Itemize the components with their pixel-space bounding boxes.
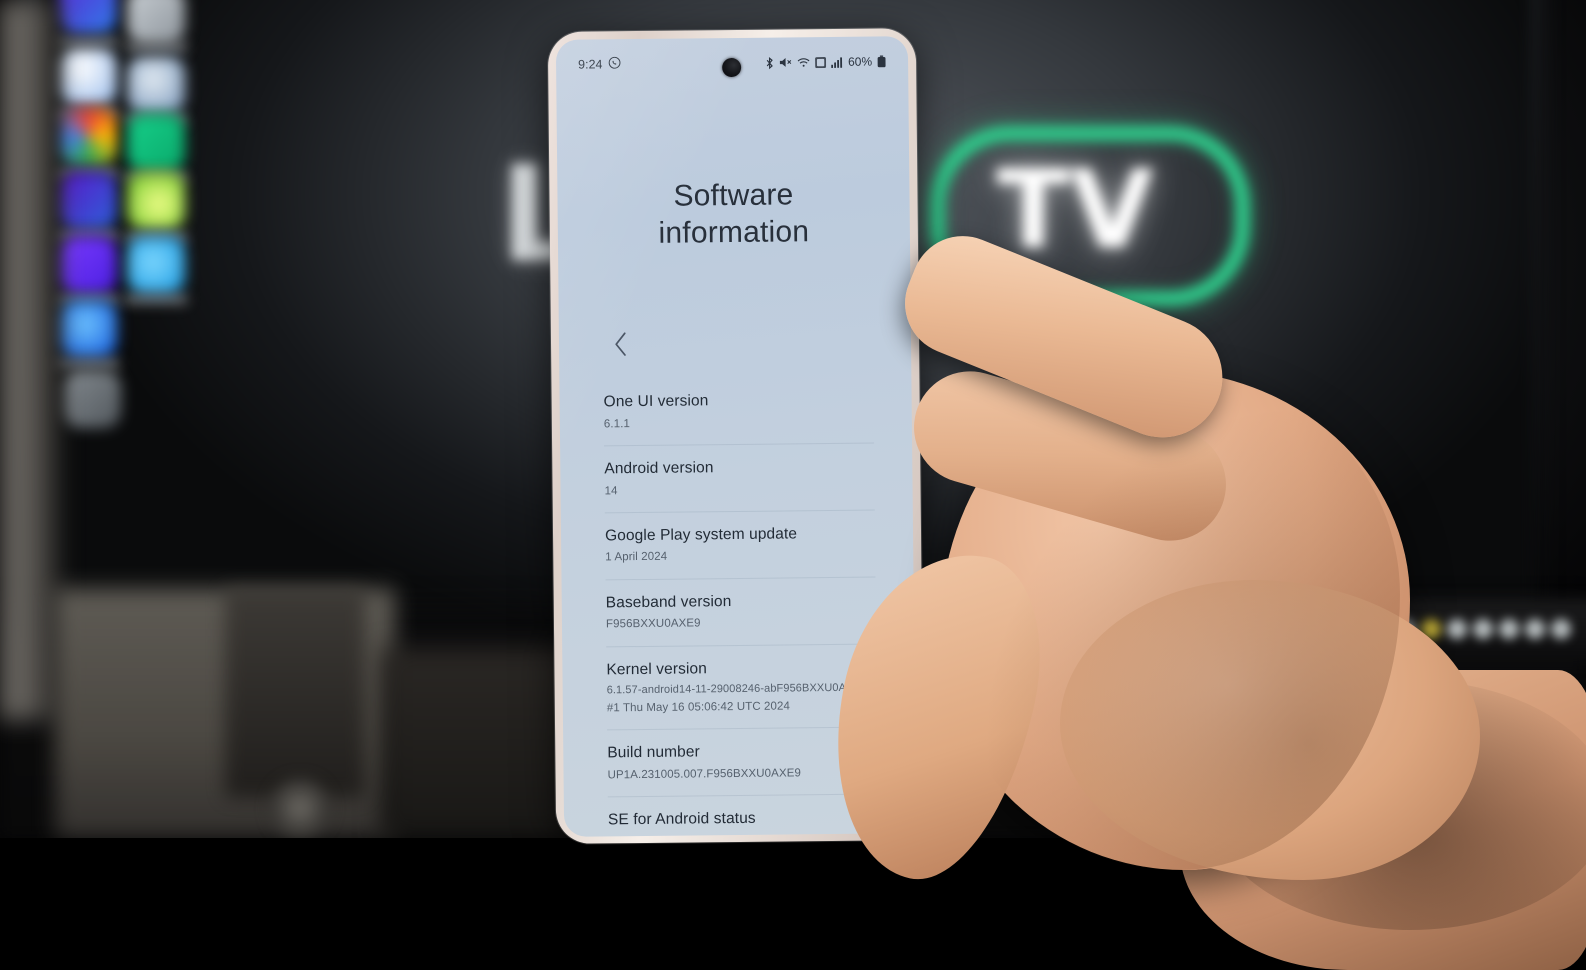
- battery-percent-label: 60%: [847, 54, 873, 69]
- list-item-value: 14: [604, 484, 618, 497]
- list-item[interactable]: Android version 14: [604, 443, 875, 514]
- bluetooth-icon: [765, 56, 774, 69]
- back-button[interactable]: [603, 329, 637, 363]
- battery-icon: [877, 55, 886, 68]
- hand-holding-phone: [807, 220, 1586, 970]
- list-item-title: One UI version: [603, 392, 709, 411]
- status-bar-time: 9:24: [578, 57, 603, 72]
- desk-object-dark: [380, 648, 580, 838]
- app-icon: [127, 172, 185, 230]
- list-item-title: SE for Android status: [607, 809, 756, 829]
- list-item-title: Google Play system update: [604, 525, 798, 545]
- desk-speaker-knob: [270, 778, 330, 838]
- list-item-value: F956BXXU0AXE9: [605, 617, 701, 631]
- list-item-value: 1 April 2024: [605, 551, 668, 564]
- list-item-title: Baseband version: [605, 592, 732, 612]
- list-item-value: UP1A.231005.007.F956BXXU0AXE9: [607, 767, 802, 782]
- app-icon: [59, 108, 117, 166]
- list-item-value: 6.1.57-android14-11-29008246-abF956BXXU0…: [606, 681, 868, 697]
- page-title: Software information: [557, 176, 910, 253]
- app-icon-label: [56, 36, 120, 47]
- page-title-line-2: information: [658, 214, 810, 250]
- status-bar-left: 9:24: [578, 56, 622, 72]
- list-item-title: Android version: [604, 459, 714, 478]
- desk-speaker: [225, 588, 365, 798]
- list-item[interactable]: SE for Android status Enforcing SEPF_SM-…: [608, 795, 879, 837]
- wifi-icon: [797, 57, 810, 68]
- list-item[interactable]: Kernel version 6.1.57-android14-11-29008…: [606, 644, 878, 731]
- app-icon: [127, 0, 185, 44]
- status-bar-right: 60%: [765, 54, 886, 69]
- page-title-line-1: Software: [673, 178, 794, 213]
- list-item-value-2: #1 Thu May 16 05:06:42 UTC 2024: [606, 700, 791, 715]
- app-icon: [63, 370, 121, 428]
- app-icon: [59, 0, 117, 34]
- list-item[interactable]: Baseband version F956BXXU0AXE9: [605, 577, 877, 648]
- app-icon-label: [124, 42, 188, 53]
- front-camera-punch-hole: [722, 57, 742, 78]
- left-wall-panel: [0, 0, 60, 720]
- list-item[interactable]: One UI version 6.1.1: [603, 376, 875, 447]
- signal-icon: [831, 56, 843, 68]
- whatsapp-icon: [608, 56, 621, 72]
- list-item-value: 6.1.1: [603, 417, 631, 430]
- hand-shading: [940, 360, 1400, 870]
- app-icon: [59, 236, 117, 294]
- app-icon-label: [56, 358, 120, 369]
- app-icon: [59, 48, 117, 106]
- app-icon: [59, 172, 117, 230]
- app-icon: [127, 56, 185, 114]
- app-icon: [59, 300, 117, 358]
- sim-icon: [815, 56, 827, 68]
- app-icon: [127, 236, 185, 294]
- chevron-left-icon: [611, 331, 628, 362]
- list-item[interactable]: Google Play system update 1 April 2024: [604, 510, 876, 581]
- mute-icon: [779, 56, 792, 68]
- app-icon-label: [124, 294, 188, 305]
- app-icon: [127, 114, 185, 172]
- list-item-title: Kernel version: [606, 660, 708, 679]
- list-item-title: Build number: [607, 743, 700, 762]
